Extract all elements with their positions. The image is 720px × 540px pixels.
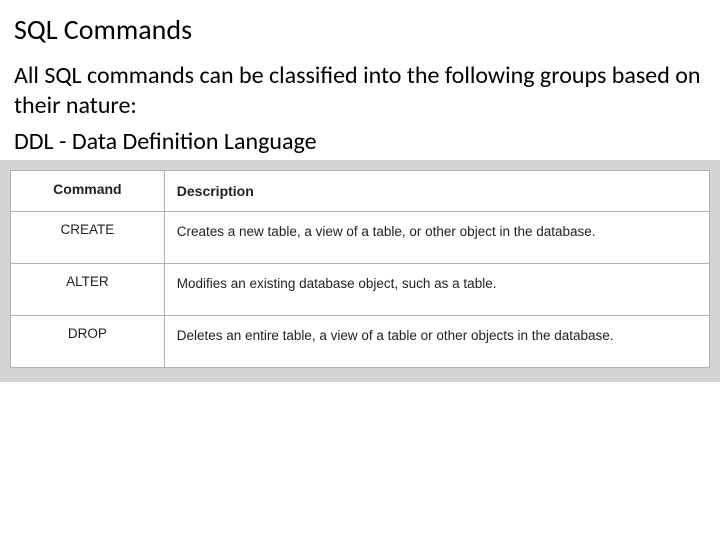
table-container: Command Description CREATE Creates a new… [0,160,720,382]
cell-command: CREATE [11,212,165,264]
header-description: Description [164,171,709,212]
table-row: ALTER Modifies an existing database obje… [11,264,710,316]
cell-description: Deletes an entire table, a view of a tab… [164,316,709,368]
header-command: Command [11,171,165,212]
table-header-row: Command Description [11,171,710,212]
table-row: DROP Deletes an entire table, a view of … [11,316,710,368]
table-row: CREATE Creates a new table, a view of a … [11,212,710,264]
ddl-commands-table: Command Description CREATE Creates a new… [10,170,710,368]
cell-command: ALTER [11,264,165,316]
cell-command: DROP [11,316,165,368]
cell-description: Modifies an existing database object, su… [164,264,709,316]
intro-text: All SQL commands can be classified into … [14,61,706,121]
cell-description: Creates a new table, a view of a table, … [164,212,709,264]
section-subheading: DDL - Data Definition Language [14,127,706,156]
page-title: SQL Commands [14,12,706,47]
